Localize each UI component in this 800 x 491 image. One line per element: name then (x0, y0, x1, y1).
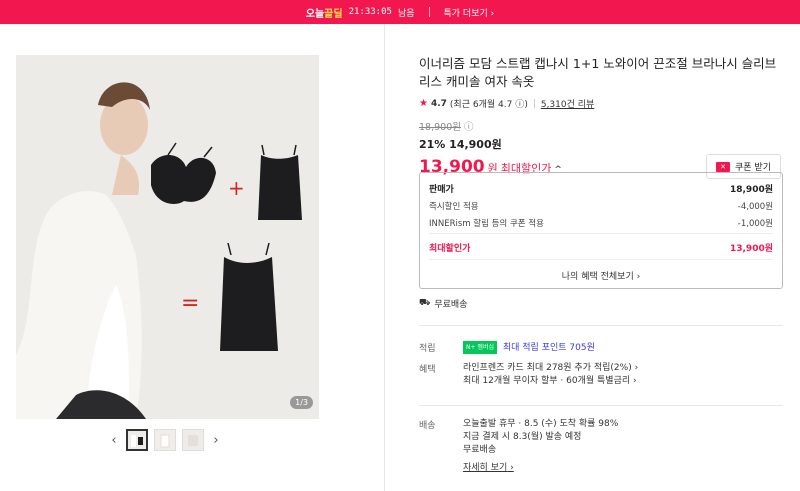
thumbnail-strip: ‹ › (108, 429, 222, 451)
accum-label: 적립 (419, 344, 436, 354)
rating-note: (최근 6개월 4.7 (449, 100, 513, 110)
accum-value-wrap: N+ 멤버십 최대 적립 포인트 705원 (463, 341, 595, 355)
thumbnail-image (155, 430, 175, 450)
rating-info-icon[interactable]: ⓘ) (515, 97, 528, 110)
rating-score: 4.7 (430, 98, 447, 109)
thumbnail-image (128, 431, 146, 449)
star-icon: ★ (419, 98, 428, 109)
product-main-image[interactable]: + = 1/3 (16, 55, 319, 419)
benefit-link[interactable]: 나의 혜택 전체보기 › (420, 269, 782, 282)
price-row-value: 18,900원 (729, 185, 773, 195)
benefit-line[interactable]: 라인프렌즈 카드 최대 278원 추가 적립(2%) › (463, 363, 638, 373)
price-row-label: 최대할인가 (429, 244, 471, 254)
deal-remain: 남음 (397, 8, 415, 19)
shipping-more-link[interactable]: 자세히 보기 › (463, 462, 514, 475)
thumbnail-3[interactable] (182, 429, 204, 451)
deal-timer: 21:33:05 (348, 7, 392, 17)
thumbnail-2[interactable] (154, 429, 176, 451)
benefit-row: 혜택 라인프렌즈 카드 최대 278원 추가 적립(2%) › 최대 12개월 … (419, 362, 638, 388)
product-photo: + = (16, 55, 319, 419)
image-pager: 1/3 (290, 396, 313, 409)
svg-text:+: + (228, 176, 245, 200)
coupon-icon: ✕ (716, 161, 731, 172)
price-row-value: 13,900원 (729, 244, 773, 254)
shipping-line: 오늘출발 휴무 · 8.5 (수) 도착 확률 98% (463, 419, 619, 429)
promo-topbar: 오늘끝딜 21:33:05 남음 특가 더보기 › (0, 0, 800, 24)
thumbnail-image (183, 430, 203, 450)
rating-divider (533, 99, 535, 108)
price-row-label: INNERism 할림 등의 쿠폰 적용 (429, 219, 544, 229)
free-shipping-row: ⛟ 무료배송 (419, 297, 467, 310)
price-box-divider (429, 259, 773, 260)
rating-row: ★ 4.7 (최근 6개월 4.7 ⓘ) 5,310건 리뷰 (419, 97, 785, 110)
price-row-coupon: INNERism 할림 등의 쿠폰 적용 -1,000원 (429, 217, 773, 229)
chevron-right-icon[interactable]: › (210, 433, 222, 448)
product-title: 이너리즘 모담 스트랩 캡나시 1+1 노와이어 끈조절 브라나시 슬리브리스 … (419, 56, 777, 89)
info-icon[interactable]: ⓘ (464, 122, 474, 133)
shipping-lines: 오늘출발 휴무 · 8.5 (수) 도착 확률 98% 지금 결제 시 8.3(… (463, 418, 618, 475)
reviews-link[interactable]: 5,310건 리뷰 (541, 97, 594, 110)
accum-value[interactable]: 최대 적립 포인트 705원 (503, 343, 595, 353)
price-row-label: 판매가 (429, 185, 454, 195)
price-row-label: 즉시할인 적용 (429, 202, 479, 212)
shipping-label: 배송 (419, 421, 436, 431)
price-row-value: -1,000원 (737, 219, 773, 229)
original-price-row: 18,900원 ⓘ (419, 119, 785, 133)
section-divider (419, 405, 783, 406)
deal-more-link[interactable]: 특가 더보기 › (444, 6, 495, 19)
thumbnail-1[interactable] (126, 429, 148, 451)
benefit-label: 혜택 (419, 365, 436, 375)
svg-text:=: = (181, 291, 199, 316)
benefit-lines: 라인프렌즈 카드 최대 278원 추가 적립(2%) › 최대 12개월 무이자… (463, 362, 638, 388)
price-breakdown-box: 판매가 18,900원 즉시할인 적용 -4,000원 INNERism 할림 … (419, 172, 783, 289)
truck-icon: ⛟ (419, 298, 431, 308)
price-box-divider (429, 233, 773, 234)
price-row-instant: 즉시할인 적용 -4,000원 (429, 200, 773, 212)
discount-price: 21% 14,900원 (419, 138, 502, 151)
benefit-line[interactable]: 최대 12개월 무이자 할부 · 60개월 특별금리 › (463, 376, 637, 386)
product-info: 이너리즘 모담 스트랩 캡나시 1+1 노와이어 끈조절 브라나시 슬리브리스 … (419, 55, 785, 179)
npay-badge: N+ 멤버십 (463, 341, 497, 354)
shipping-line: 무료배송 (463, 445, 497, 455)
section-divider (419, 325, 783, 326)
free-shipping-label: 무료배송 (434, 300, 468, 310)
chevron-left-icon[interactable]: ‹ (108, 433, 120, 448)
price-row-value: -4,000원 (737, 202, 773, 212)
deal-tag: 오늘끝딜 (305, 8, 343, 20)
column-divider (384, 24, 385, 491)
shipping-row: 배송 오늘출발 휴무 · 8.5 (수) 도착 확률 98% 지금 결제 시 8… (419, 418, 618, 475)
topbar-divider (428, 7, 430, 17)
shipping-line: 지금 결제 시 8.3(월) 발송 예정 (463, 432, 582, 442)
original-price: 18,900원 (419, 122, 461, 133)
price-row-sale: 판매가 18,900원 (429, 182, 773, 195)
price-row-final: 최대할인가 13,900원 (429, 241, 773, 254)
accum-row: 적립 N+ 멤버십 최대 적립 포인트 705원 (419, 341, 595, 355)
